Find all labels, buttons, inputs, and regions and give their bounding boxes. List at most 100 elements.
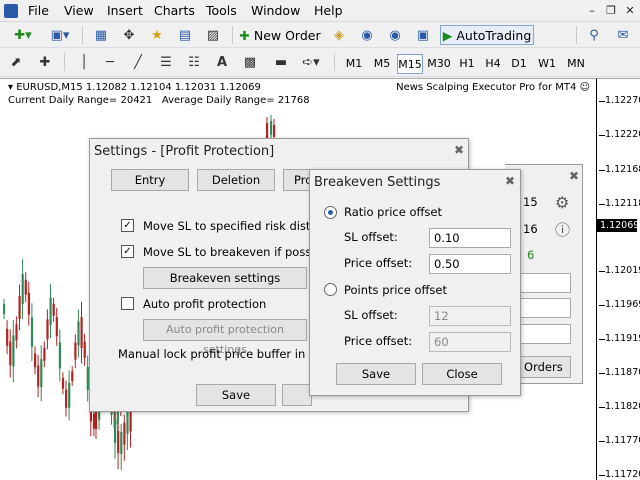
candle-body [18, 295, 21, 319]
candle-body [40, 359, 43, 388]
channel-icon[interactable]: ☰ [156, 52, 176, 72]
new-chart-icon[interactable]: ✚▾ [8, 25, 38, 45]
crosshair-nav-icon[interactable]: ✥ [118, 25, 140, 45]
news-icon[interactable]: ◉ [384, 25, 406, 45]
autotrading-button[interactable]: ▶ AutoTrading [440, 25, 534, 45]
horizontal-line-icon[interactable]: ─ [100, 52, 120, 72]
trade-panel-close-icon[interactable]: ✖ [567, 169, 581, 183]
experts-icon[interactable]: ◈ [328, 25, 350, 45]
info-icon[interactable]: ⓘ [555, 219, 570, 240]
menu-charts[interactable]: Charts [154, 3, 195, 18]
search-icon[interactable]: ⚲ [584, 25, 604, 45]
market-icon[interactable]: ▣ [412, 25, 434, 45]
label-tool-icon[interactable]: ▩ [240, 52, 260, 72]
arrows-icon[interactable]: ➪▾ [296, 52, 326, 72]
points-offset-label: Points price offset [344, 283, 448, 297]
market-watch-icon[interactable]: ▦ [90, 25, 112, 45]
close-icon[interactable]: ✕ [622, 3, 638, 19]
ratio-price-offset-input[interactable]: 0.50 [429, 254, 511, 274]
menu-insert[interactable]: Insert [107, 3, 143, 18]
move-sl-breakeven-checkbox[interactable]: ✓ [121, 245, 134, 258]
shapes-icon[interactable]: ▬ [270, 52, 292, 72]
candle-body [273, 125, 276, 137]
points-offset-radio[interactable] [324, 283, 337, 296]
settings-cancel-button[interactable] [282, 384, 312, 406]
cursor-icon[interactable]: ⬈ [6, 52, 26, 72]
menu-help[interactable]: Help [314, 3, 343, 18]
price-tick-label: 1.11969 [605, 299, 640, 310]
breakeven-dialog-title: Breakeven Settings [314, 175, 441, 190]
move-sl-breakeven-label: Move SL to breakeven if possible [143, 245, 333, 259]
tab-entry[interactable]: Entry [111, 169, 189, 191]
vertical-line-icon[interactable]: │ [76, 52, 92, 72]
timeframe-h4[interactable]: H4 [482, 54, 504, 74]
candle-body [126, 411, 129, 434]
move-sl-risk-checkbox[interactable]: ✓ [121, 219, 134, 232]
text-tool-icon[interactable]: A [212, 52, 232, 72]
panel-value-1: 15 [523, 195, 538, 209]
breakeven-save-button[interactable]: Save [336, 363, 416, 385]
timeframe-d1[interactable]: D1 [508, 54, 530, 74]
panel-value-2: 16 [523, 222, 538, 236]
chat-icon[interactable]: ✉ [612, 25, 634, 45]
signals-icon[interactable]: ◉ [356, 25, 378, 45]
candle-body [74, 342, 77, 360]
breakeven-settings-button[interactable]: Breakeven settings [143, 267, 307, 289]
favorites-icon[interactable]: ★ [146, 25, 168, 45]
price-tick-label: 1.11720 [605, 469, 640, 480]
breakeven-close-button[interactable]: Close [422, 363, 502, 385]
gear-icon[interactable]: ⚙ [555, 193, 569, 212]
candle-body [3, 304, 6, 314]
new-order-button[interactable]: ✚ New Order [238, 25, 322, 45]
breakeven-close-icon[interactable]: ✖ [503, 174, 517, 188]
fibonacci-icon[interactable]: ☷ [184, 52, 204, 72]
timeframe-mn[interactable]: MN [563, 54, 589, 74]
candle-body [6, 328, 9, 346]
ratio-sl-offset-label: SL offset: [344, 230, 398, 244]
menu-window[interactable]: Window [251, 3, 300, 18]
auto-profit-checkbox[interactable] [121, 297, 134, 310]
ratio-offset-radio[interactable] [324, 206, 337, 219]
price-tick-label: 1.11820 [605, 401, 640, 412]
timeframe-h1[interactable]: H1 [456, 54, 478, 74]
trendline-icon[interactable]: ╱ [128, 52, 148, 72]
timeframe-m15[interactable]: M15 [397, 54, 423, 74]
candle-body [12, 335, 15, 367]
terminal-icon[interactable]: ▨ [202, 25, 224, 45]
points-price-offset-input[interactable]: 60 [429, 332, 511, 352]
candle-body [58, 342, 61, 369]
menu-tools[interactable]: Tools [206, 3, 237, 18]
candle-body [46, 319, 49, 340]
menu-view[interactable]: View [64, 3, 94, 18]
breakeven-dialog: Breakeven Settings ✖ Ratio price offset … [309, 169, 521, 396]
candle-body [117, 431, 120, 454]
price-tick-label: 1.11919 [605, 333, 640, 344]
timeframe-m5[interactable]: M5 [370, 54, 394, 74]
auto-profit-label: Auto profit protection [143, 297, 267, 311]
data-window-icon[interactable]: ▤ [174, 25, 196, 45]
ratio-sl-offset-input[interactable]: 0.10 [429, 228, 511, 248]
candle-body [55, 317, 58, 337]
candle-body [266, 123, 269, 139]
settings-save-button[interactable]: Save [196, 384, 276, 406]
points-price-offset-label: Price offset: [344, 334, 413, 348]
menu-bar: File View Insert Charts Tools Window Hel… [0, 0, 640, 22]
candle-body [27, 292, 30, 315]
price-tick-label: 1.12168 [605, 164, 640, 175]
timeframe-m30[interactable]: M30 [426, 54, 452, 74]
timeframe-m1[interactable]: M1 [342, 54, 366, 74]
profiles-icon[interactable]: ▣▾ [46, 25, 74, 45]
candle-body [270, 121, 273, 135]
candle-body [65, 389, 68, 408]
settings-close-icon[interactable]: ✖ [452, 143, 466, 157]
candle-body [21, 274, 24, 305]
timeframe-w1[interactable]: W1 [535, 54, 559, 74]
minimize-icon[interactable]: – [584, 3, 600, 19]
restore-icon[interactable]: ❐ [603, 3, 619, 19]
menu-file[interactable]: File [28, 3, 49, 18]
points-sl-offset-input[interactable]: 12 [429, 306, 511, 326]
tab-deletion[interactable]: Deletion [197, 169, 275, 191]
crosshair-icon[interactable]: ✚ [34, 52, 56, 72]
auto-profit-settings-button[interactable]: Auto profit protection settings [143, 319, 307, 356]
points-sl-offset-label: SL offset: [344, 308, 398, 322]
